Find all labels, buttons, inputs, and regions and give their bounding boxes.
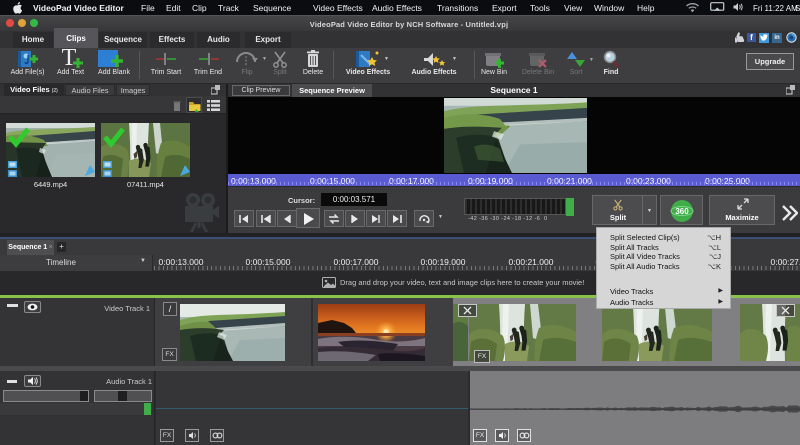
svg-text:360: 360 bbox=[675, 207, 689, 216]
